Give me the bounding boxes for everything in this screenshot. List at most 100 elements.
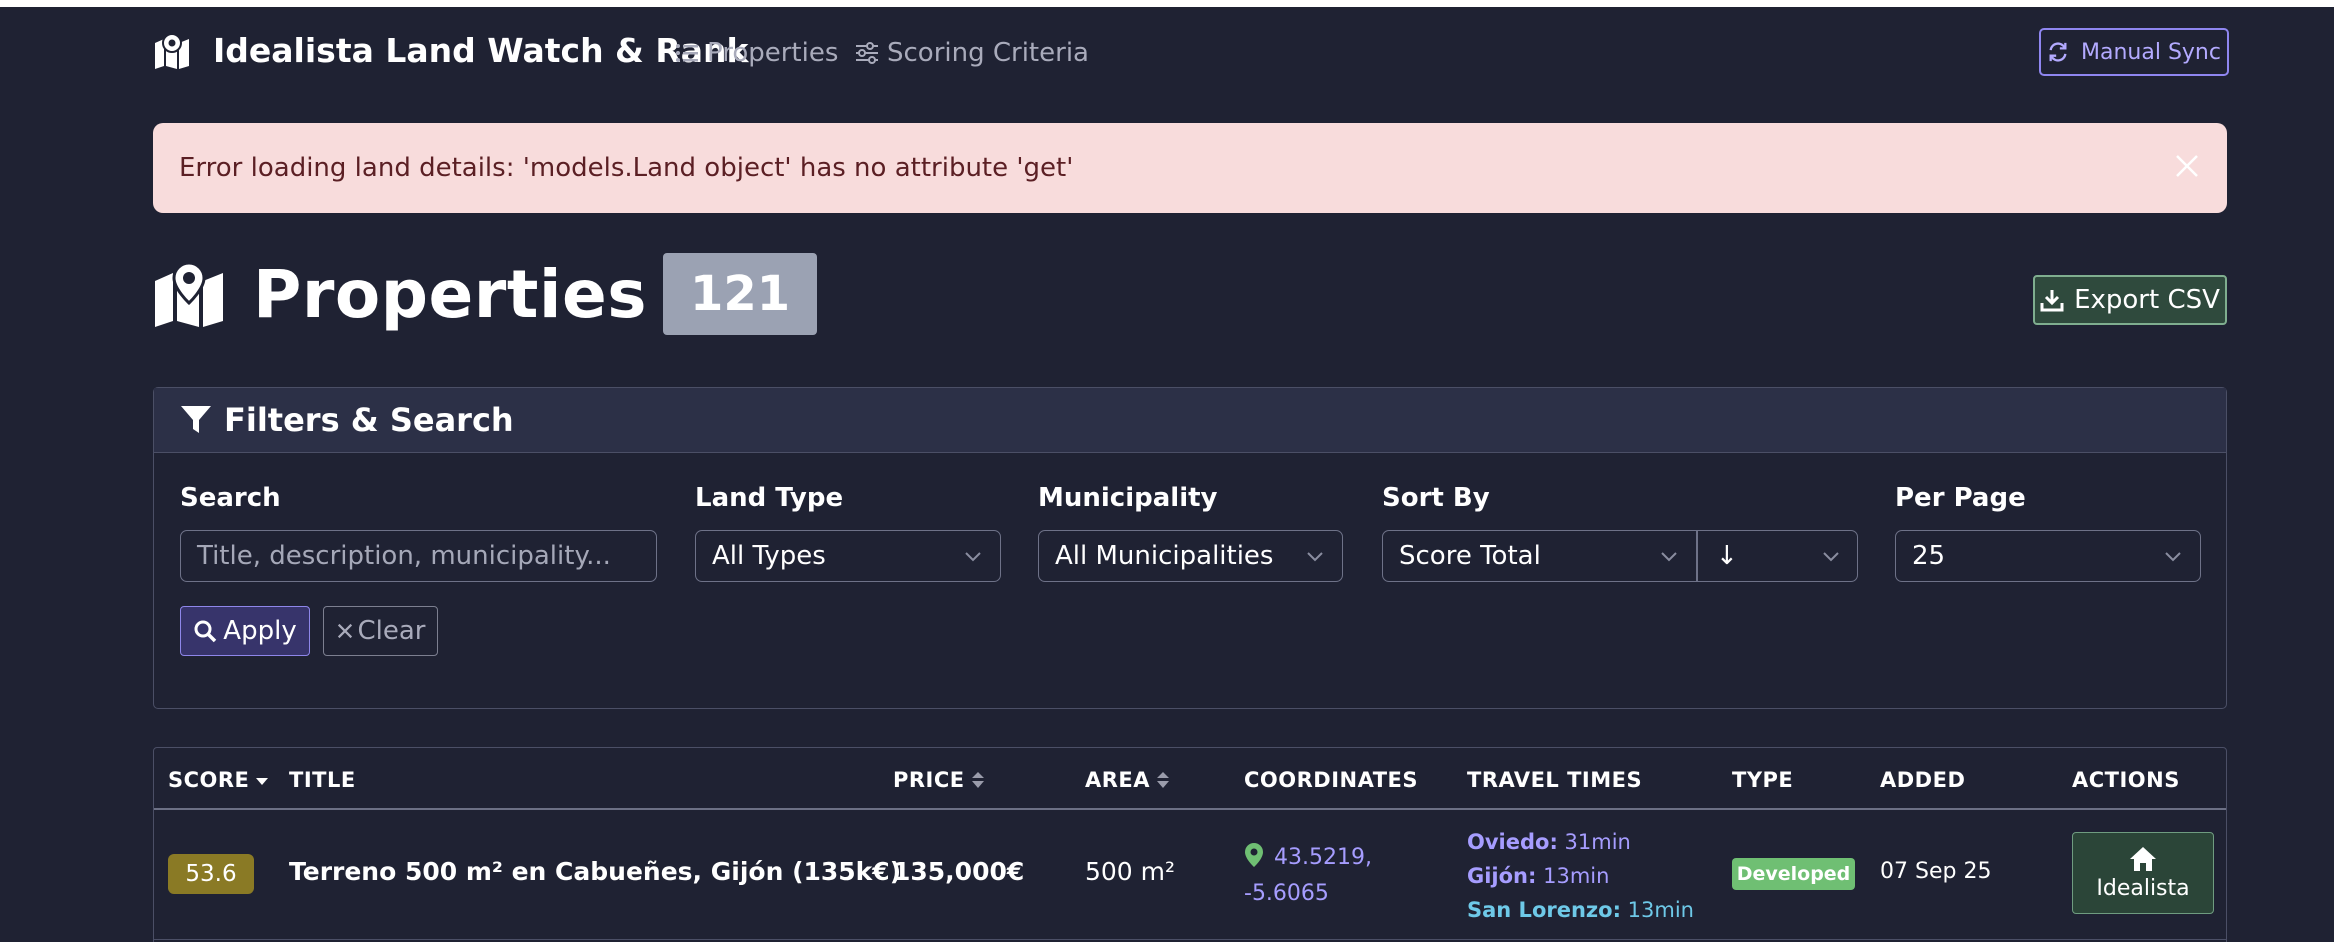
column-price-label: PRICE — [893, 768, 965, 792]
per-page-label: Per Page — [1895, 483, 2026, 513]
chevron-down-icon — [1823, 552, 1839, 562]
error-alert-message: Error loading land details: 'models.Land… — [179, 153, 1074, 183]
column-title: TITLE — [289, 768, 356, 792]
apply-label: Apply — [223, 616, 297, 646]
sort-icon — [971, 772, 984, 788]
top-strip — [0, 0, 2334, 7]
count-badge: 121 — [663, 253, 818, 335]
municipality-select[interactable]: All Municipalities — [1038, 530, 1343, 582]
travel-oviedo-value: 31min — [1564, 830, 1631, 854]
travel-gijon-value: 13min — [1543, 864, 1610, 888]
search-input[interactable]: Title, description, municipality... — [180, 530, 657, 582]
column-title-label: TITLE — [289, 768, 356, 792]
map-marker-icon — [155, 32, 189, 69]
travel-gijon: Gijón: 13min — [1467, 859, 1694, 893]
idealista-link-button[interactable]: Idealista — [2072, 832, 2214, 914]
manual-sync-button[interactable]: Manual Sync — [2039, 28, 2229, 76]
page-heading: Properties 121 — [153, 253, 818, 335]
column-travel-label: TRAVEL TIMES — [1467, 768, 1643, 792]
travel-oviedo: Oviedo: 31min — [1467, 825, 1694, 859]
table-header: SCORE TITLE PRICE AREA COORDINATES TRAVE… — [154, 748, 2226, 810]
sort-desc-icon — [256, 778, 269, 785]
sort-icon — [1157, 772, 1170, 788]
map-pin-icon — [1245, 843, 1263, 867]
per-page-value: 25 — [1912, 541, 1946, 571]
list-icon — [676, 44, 698, 62]
nav-properties-label: Properties — [707, 38, 839, 68]
travel-oviedo-label: Oviedo: — [1467, 830, 1558, 854]
column-score-label: SCORE — [168, 768, 250, 792]
travel-san-lorenzo-value: 13min — [1627, 898, 1694, 922]
column-price[interactable]: PRICE — [893, 768, 985, 792]
chevron-down-icon — [1307, 552, 1323, 562]
home-icon — [2130, 846, 2156, 871]
travel-san-lorenzo: San Lorenzo: 13min — [1467, 893, 1694, 927]
sort-field-select[interactable]: Score Total — [1383, 531, 1696, 581]
property-price: 135,000€ — [893, 857, 1025, 886]
column-area-label: AREA — [1085, 768, 1151, 792]
column-added-label: ADDED — [1880, 768, 1966, 792]
column-area[interactable]: AREA — [1085, 768, 1170, 792]
land-type-label: Land Type — [695, 483, 844, 513]
filter-icon — [181, 406, 211, 433]
nav-scoring-criteria[interactable]: Scoring Criteria — [855, 38, 1089, 68]
sort-direction-value: ↓ — [1716, 541, 1738, 571]
table-row[interactable]: 53.6 Terreno 500 m² en Cabueñes, Gijón (… — [154, 810, 2226, 940]
sort-by-label: Sort By — [1382, 483, 1490, 513]
export-csv-label: Export CSV — [2074, 285, 2220, 315]
navbar: Idealista Land Watch & Rank Properties S… — [153, 28, 2229, 78]
close-icon — [337, 623, 352, 639]
sliders-icon — [856, 42, 878, 64]
property-title[interactable]: Terreno 500 m² en Cabueñes, Gijón (135k€… — [289, 857, 901, 886]
apply-button[interactable]: Apply — [180, 606, 310, 656]
export-csv-button[interactable]: Export CSV — [2033, 275, 2227, 325]
idealista-link-label: Idealista — [2096, 875, 2190, 901]
map-marker-icon — [155, 261, 223, 327]
nav-properties[interactable]: Properties — [675, 38, 838, 68]
sync-icon — [2049, 42, 2067, 62]
filters-header: Filters & Search — [154, 388, 2226, 453]
close-icon[interactable] — [2171, 150, 2203, 182]
chevron-down-icon — [2165, 552, 2181, 562]
brand[interactable]: Idealista Land Watch & Rank — [153, 31, 748, 70]
travel-gijon-label: Gijón: — [1467, 864, 1537, 888]
per-page-select[interactable]: 25 — [1895, 530, 2201, 582]
column-type-label: TYPE — [1732, 768, 1794, 792]
property-coordinates[interactable]: 43.5219, -5.6065 — [1244, 840, 1414, 912]
sort-field-value: Score Total — [1399, 541, 1541, 571]
column-coordinates-label: COORDINATES — [1244, 768, 1419, 792]
type-badge: Developed — [1732, 858, 1855, 890]
filters-title: Filters & Search — [224, 401, 514, 439]
clear-button[interactable]: Clear — [323, 606, 438, 656]
error-alert: Error loading land details: 'models.Land… — [153, 123, 2227, 213]
filters-card: Filters & Search Search Title, descripti… — [153, 387, 2227, 709]
property-area: 500 m² — [1085, 857, 1176, 886]
column-travel-times: TRAVEL TIMES — [1467, 768, 1642, 792]
column-coordinates: COORDINATES — [1244, 768, 1418, 792]
manual-sync-label: Manual Sync — [2081, 39, 2221, 65]
brand-title: Idealista Land Watch & Rank — [213, 31, 749, 70]
land-type-value: All Types — [712, 541, 826, 571]
page-title: Properties — [253, 255, 648, 333]
search-icon — [194, 620, 217, 643]
column-actions: ACTIONS — [2072, 768, 2180, 792]
download-icon — [2040, 290, 2064, 312]
sort-group: Score Total ↓ — [1382, 530, 1858, 582]
municipality-label: Municipality — [1038, 483, 1218, 513]
chevron-down-icon — [965, 552, 981, 562]
travel-san-lorenzo-label: San Lorenzo: — [1467, 898, 1621, 922]
property-added: 07 Sep 25 — [1880, 859, 1992, 884]
search-label: Search — [180, 483, 281, 513]
nav-scoring-label: Scoring Criteria — [887, 38, 1089, 68]
sort-direction-select[interactable]: ↓ — [1698, 531, 1858, 581]
chevron-down-icon — [1661, 552, 1677, 562]
column-actions-label: ACTIONS — [2072, 768, 2180, 792]
column-added: ADDED — [1880, 768, 1965, 792]
municipality-value: All Municipalities — [1055, 541, 1274, 571]
search-placeholder: Title, description, municipality... — [197, 541, 611, 571]
clear-label: Clear — [357, 616, 426, 646]
column-score[interactable]: SCORE — [168, 768, 269, 792]
score-badge: 53.6 — [168, 854, 254, 894]
land-type-select[interactable]: All Types — [695, 530, 1001, 582]
column-type: TYPE — [1732, 768, 1793, 792]
